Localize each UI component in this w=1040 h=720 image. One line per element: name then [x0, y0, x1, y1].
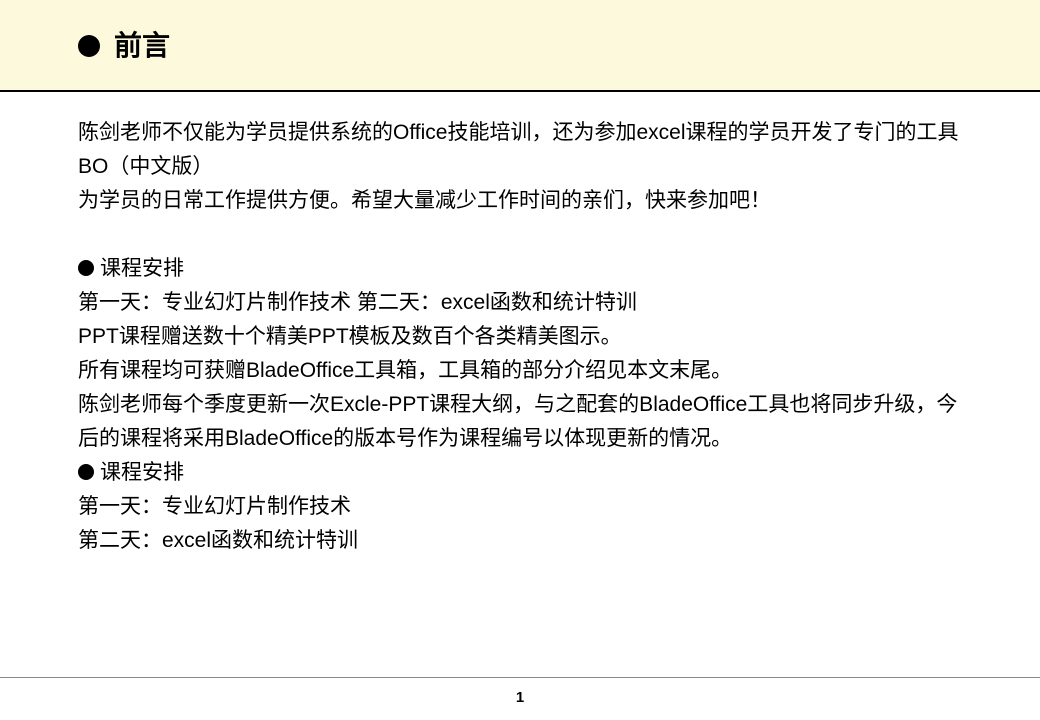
paragraph: 为学员的日常工作提供方便。希望大量减少工作时间的亲们，快来参加吧！ — [78, 184, 970, 218]
content-body: 陈剑老师不仅能为学员提供系统的Office技能培训，还为参加excel课程的学员… — [0, 92, 1040, 558]
title-row: 前言 — [78, 32, 170, 60]
page-number: 1 — [0, 689, 1040, 706]
page-title: 前言 — [114, 32, 170, 60]
bullet-icon — [78, 464, 94, 480]
paragraph: 第一天：专业幻灯片制作技术 — [78, 490, 970, 524]
section-heading: 课程安排 — [78, 456, 970, 490]
blank-line — [78, 218, 970, 252]
paragraph: 陈剑老师每个季度更新一次Excle-PPT课程大纲，与之配套的BladeOffi… — [78, 388, 970, 456]
paragraph: 陈剑老师不仅能为学员提供系统的Office技能培训，还为参加excel课程的学员… — [78, 116, 970, 184]
heading-text: 课程安排 — [100, 461, 184, 484]
paragraph: PPT课程赠送数十个精美PPT模板及数百个各类精美图示。 — [78, 320, 970, 354]
header-band: 前言 — [0, 0, 1040, 92]
paragraph: 所有课程均可获赠BladeOffice工具箱，工具箱的部分介绍见本文末尾。 — [78, 354, 970, 388]
bullet-icon — [78, 260, 94, 276]
paragraph: 第一天：专业幻灯片制作技术 第二天：excel函数和统计特训 — [78, 286, 970, 320]
title-bullet-icon — [78, 35, 100, 57]
section-heading: 课程安排 — [78, 252, 970, 286]
heading-text: 课程安排 — [100, 257, 184, 280]
paragraph: 第二天：excel函数和统计特训 — [78, 524, 970, 558]
footer-divider — [0, 677, 1040, 678]
